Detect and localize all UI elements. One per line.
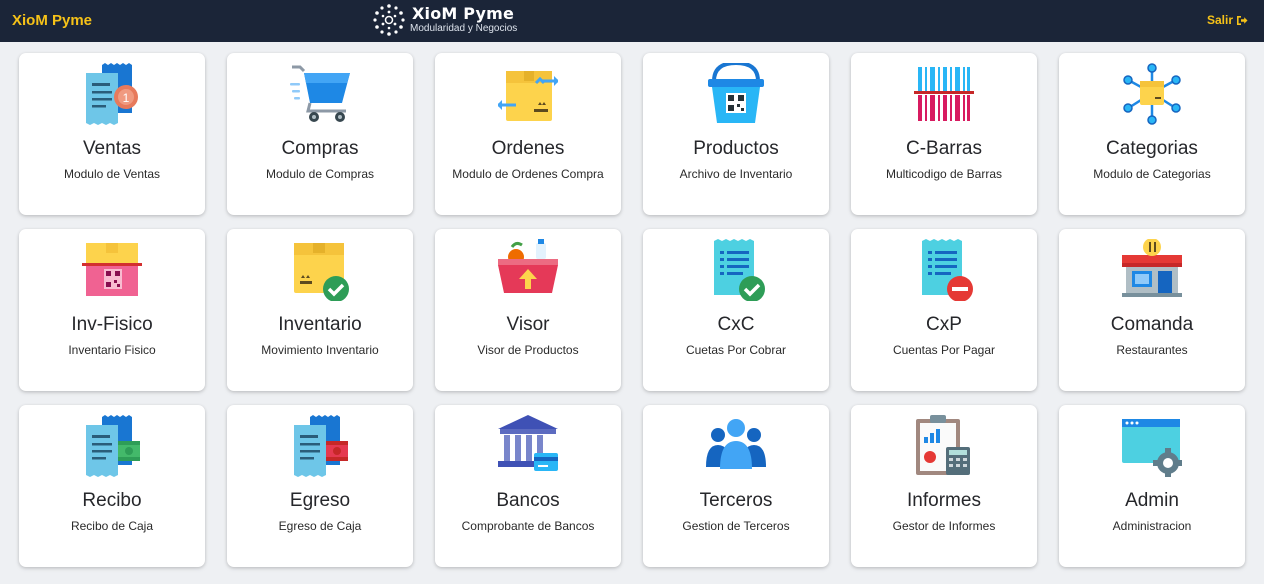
module-card-comanda[interactable]: Comanda Restaurantes: [1059, 229, 1245, 391]
module-subtitle: Gestion de Terceros: [682, 519, 790, 533]
module-subtitle: Movimiento Inventario: [261, 343, 379, 357]
top-navbar: XioM Pyme XioM Pyme Modularidad y Negoci…: [0, 0, 1264, 42]
module-subtitle: Recibo de Caja: [70, 519, 154, 533]
shopping-cart-icon: [290, 63, 350, 125]
module-card-inv-fisico[interactable]: Inv-Fisico Inventario Fisico: [19, 229, 205, 391]
grocery-basket-icon: [498, 239, 558, 301]
module-title: Recibo: [82, 490, 142, 511]
module-card-compras[interactable]: Compras Modulo de Compras: [227, 53, 413, 215]
receipt-expense-icon: [290, 415, 350, 477]
report-clipboard-icon: [914, 415, 974, 477]
module-subtitle: Cuentas Por Pagar: [892, 343, 996, 357]
module-card-informes[interactable]: Informes Gestor de Informes: [851, 405, 1037, 567]
logout-label: Salir: [1206, 13, 1233, 27]
module-card-admin[interactable]: Admin Administracion: [1059, 405, 1245, 567]
restaurant-store-icon: [1122, 239, 1182, 301]
module-subtitle: Gestor de Informes: [892, 519, 996, 533]
module-subtitle: Modulo de Categorias: [1093, 167, 1211, 181]
bank-icon: [498, 415, 558, 477]
module-title: Admin: [1125, 490, 1179, 511]
barcode-icon: [914, 63, 974, 125]
module-title: Ventas: [82, 138, 142, 159]
module-title: Egreso: [289, 490, 351, 511]
module-subtitle: Visor de Productos: [477, 343, 579, 357]
module-title: Inventario: [278, 314, 362, 335]
module-subtitle: Modulo de Compras: [265, 167, 375, 181]
network-box-icon: [1122, 63, 1182, 125]
module-subtitle: Inventario Fisico: [68, 343, 156, 357]
module-grid: 1 Ventas Modulo de Ventas Compras Modulo…: [19, 53, 1245, 567]
module-subtitle: Comprobante de Bancos: [461, 519, 595, 533]
qr-bucket-icon: [706, 63, 766, 125]
module-card-egreso[interactable]: Egreso Egreso de Caja: [227, 405, 413, 567]
module-card-c-barras[interactable]: C-Barras Multicodigo de Barras: [851, 53, 1037, 215]
module-title: Ordenes: [491, 138, 565, 159]
module-subtitle: Restaurantes: [1116, 343, 1188, 357]
module-title: Terceros: [699, 490, 773, 511]
module-card-visor[interactable]: Visor Visor de Productos: [435, 229, 621, 391]
module-card-inventario[interactable]: Inventario Movimiento Inventario: [227, 229, 413, 391]
qr-box-icon: [82, 239, 142, 301]
logo-title: XioM Pyme: [412, 4, 515, 23]
module-card-ventas[interactable]: 1 Ventas Modulo de Ventas: [19, 53, 205, 215]
module-card-terceros[interactable]: Terceros Gestion de Terceros: [643, 405, 829, 567]
module-subtitle: Multicodigo de Barras: [885, 167, 1003, 181]
module-title: Compras: [281, 138, 359, 159]
module-card-recibo[interactable]: Recibo Recibo de Caja: [19, 405, 205, 567]
module-subtitle: Cuetas Por Cobrar: [685, 343, 787, 357]
box-transfer-icon: [498, 63, 558, 125]
module-title: CxC: [717, 314, 755, 335]
module-card-cxp[interactable]: CxP Cuentas Por Pagar: [851, 229, 1037, 391]
logo-subtitle: Modularidad y Negocios: [410, 23, 518, 34]
app-logo: XioM Pyme Modularidad y Negocios: [372, 3, 542, 37]
module-title: Visor: [506, 314, 550, 335]
module-title: Comanda: [1110, 314, 1194, 335]
module-title: Inv-Fisico: [71, 314, 153, 335]
module-card-categorias[interactable]: Categorias Modulo de Categorias: [1059, 53, 1245, 215]
module-subtitle: Egreso de Caja: [278, 519, 362, 533]
module-title: Bancos: [496, 490, 560, 511]
sign-out-icon: [1237, 15, 1248, 25]
module-title: Categorias: [1106, 138, 1198, 159]
logo-mark-icon: [373, 4, 405, 36]
module-title: CxP: [926, 314, 962, 335]
module-title: Productos: [693, 138, 779, 159]
document-check-icon: [706, 239, 766, 301]
svg-text:1: 1: [123, 91, 130, 105]
module-subtitle: Modulo de Ventas: [63, 167, 161, 181]
settings-window-icon: [1122, 415, 1182, 477]
module-card-cxc[interactable]: CxC Cuetas Por Cobrar: [643, 229, 829, 391]
module-card-ordenes[interactable]: Ordenes Modulo de Ordenes Compra: [435, 53, 621, 215]
module-title: C-Barras: [905, 138, 982, 159]
module-subtitle: Administracion: [1112, 519, 1192, 533]
box-check-icon: [290, 239, 350, 301]
module-card-bancos[interactable]: Bancos Comprobante de Bancos: [435, 405, 621, 567]
module-card-productos[interactable]: Productos Archivo de Inventario: [643, 53, 829, 215]
logout-button[interactable]: Salir: [1207, 13, 1248, 27]
sales-receipt-icon: 1: [82, 63, 142, 125]
document-minus-icon: [914, 239, 974, 301]
brand-name[interactable]: XioM Pyme: [12, 12, 92, 29]
receipt-cash-icon: [82, 415, 142, 477]
module-subtitle: Archivo de Inventario: [679, 167, 793, 181]
module-title: Informes: [907, 490, 981, 511]
module-subtitle: Modulo de Ordenes Compra: [452, 167, 604, 181]
people-group-icon: [706, 415, 766, 477]
